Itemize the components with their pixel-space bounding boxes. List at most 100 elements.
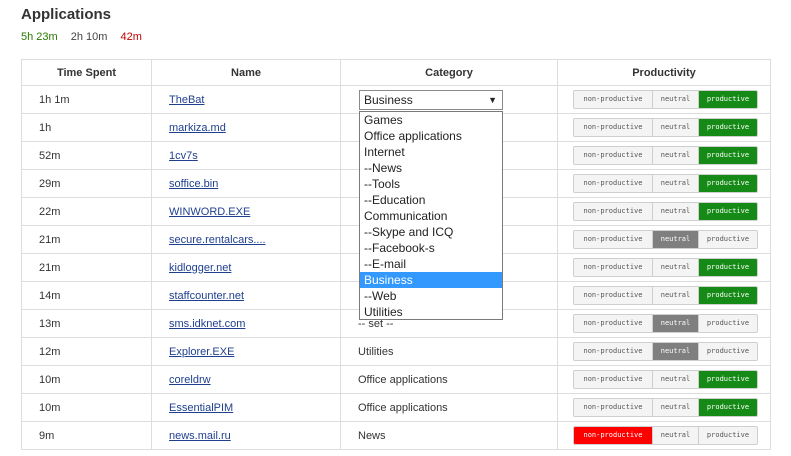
time-spent-cell: 12m bbox=[21, 337, 152, 366]
non-productive-button[interactable]: non-productive bbox=[574, 287, 653, 304]
table-row: 10m coreldrw Office applications non-produc… bbox=[21, 365, 771, 394]
neutral-button[interactable]: neutral bbox=[653, 371, 699, 388]
non-productive-button[interactable]: non-productive bbox=[574, 119, 653, 136]
non-productive-button[interactable]: non-productive bbox=[574, 315, 653, 332]
app-name-cell: TheBat bbox=[151, 85, 341, 114]
productive-button[interactable]: productive bbox=[699, 343, 757, 360]
productivity-toggle: non-productive neutral productive bbox=[573, 286, 758, 305]
productive-button[interactable]: productive bbox=[699, 287, 757, 304]
productive-button[interactable]: productive bbox=[699, 427, 757, 444]
productivity-toggle: non-productive neutral productive bbox=[573, 370, 758, 389]
neutral-button[interactable]: neutral bbox=[653, 91, 699, 108]
productive-button[interactable]: productive bbox=[699, 119, 757, 136]
category-cell[interactable]: Office applications bbox=[340, 393, 558, 422]
app-name-link[interactable]: soffice.bin bbox=[169, 178, 218, 190]
productivity-toggle: non-productive neutral productive bbox=[573, 314, 758, 333]
neutral-button[interactable]: neutral bbox=[653, 231, 699, 248]
neutral-button[interactable]: neutral bbox=[653, 119, 699, 136]
productive-button[interactable]: productive bbox=[699, 231, 757, 248]
non-productive-button[interactable]: non-productive bbox=[574, 371, 653, 388]
chevron-down-icon: ▼ bbox=[488, 95, 497, 105]
app-name-link[interactable]: secure.rentalcars.... bbox=[169, 234, 266, 246]
app-name-link[interactable]: Explorer.EXE bbox=[169, 346, 234, 358]
neutral-button[interactable]: neutral bbox=[653, 287, 699, 304]
non-productive-button[interactable]: non-productive bbox=[574, 399, 653, 416]
category-option[interactable]: Communication bbox=[360, 208, 502, 224]
neutral-button[interactable]: neutral bbox=[653, 259, 699, 276]
category-option[interactable]: --E-mail bbox=[360, 256, 502, 272]
productivity-toggle: non-productive neutral productive bbox=[573, 398, 758, 417]
productivity-cell: non-productive neutral productive bbox=[557, 393, 771, 422]
category-option[interactable]: --Facebook-s bbox=[360, 240, 502, 256]
app-name-cell: 1cv7s bbox=[151, 141, 341, 170]
category-option[interactable]: Office applications bbox=[360, 128, 502, 144]
app-name-cell: coreldrw bbox=[151, 365, 341, 394]
table-header-row: Time Spent Name Category Productivity bbox=[21, 59, 771, 86]
table-row: 10m EssentialPIM Office applications non-pr… bbox=[21, 393, 771, 422]
app-name-cell: sms.idknet.com bbox=[151, 309, 341, 338]
app-name-link[interactable]: 1cv7s bbox=[169, 150, 198, 162]
neutral-button[interactable]: neutral bbox=[653, 427, 699, 444]
non-productive-button[interactable]: non-productive bbox=[574, 91, 653, 108]
productive-button[interactable]: productive bbox=[699, 203, 757, 220]
app-name-link[interactable]: sms.idknet.com bbox=[169, 318, 245, 330]
category-select[interactable]: Business ▼ bbox=[359, 90, 503, 110]
category-option[interactable]: Games bbox=[360, 112, 502, 128]
neutral-button[interactable]: neutral bbox=[653, 315, 699, 332]
productivity-cell: non-productive neutral productive bbox=[557, 141, 771, 170]
productivity-cell: non-productive neutral productive bbox=[557, 421, 771, 450]
non-productive-button[interactable]: non-productive bbox=[574, 343, 653, 360]
category-cell[interactable]: Office applications bbox=[340, 365, 558, 394]
neutral-button[interactable]: neutral bbox=[653, 147, 699, 164]
productive-button[interactable]: productive bbox=[699, 315, 757, 332]
app-name-link[interactable]: markiza.md bbox=[169, 122, 226, 134]
non-productive-button[interactable]: non-productive bbox=[574, 427, 653, 444]
non-productive-button[interactable]: non-productive bbox=[574, 259, 653, 276]
table-row: 12m Explorer.EXE Utilities non-productive ne… bbox=[21, 337, 771, 366]
non-productive-button[interactable]: non-productive bbox=[574, 147, 653, 164]
category-option[interactable]: Business bbox=[360, 272, 502, 288]
category-option[interactable]: --Education bbox=[360, 192, 502, 208]
productivity-toggle: non-productive neutral productive bbox=[573, 342, 758, 361]
category-option[interactable]: --Skype and ICQ bbox=[360, 224, 502, 240]
app-name-link[interactable]: WINWORD.EXE bbox=[169, 206, 250, 218]
non-productive-button[interactable]: non-productive bbox=[574, 175, 653, 192]
productive-button[interactable]: productive bbox=[699, 259, 757, 276]
neutral-button[interactable]: neutral bbox=[653, 203, 699, 220]
app-name-link[interactable]: staffcounter.net bbox=[169, 290, 244, 302]
app-name-link[interactable]: TheBat bbox=[169, 94, 204, 106]
neutral-button[interactable]: neutral bbox=[653, 175, 699, 192]
time-spent-cell: 10m bbox=[21, 393, 152, 422]
neutral-button[interactable]: neutral bbox=[653, 399, 699, 416]
category-option[interactable]: --Tools bbox=[360, 176, 502, 192]
app-name-link[interactable]: coreldrw bbox=[169, 374, 211, 386]
category-cell[interactable]: News bbox=[340, 421, 558, 450]
non-productive-button[interactable]: non-productive bbox=[574, 203, 653, 220]
neutral-button[interactable]: neutral bbox=[653, 343, 699, 360]
time-spent-cell: 13m bbox=[21, 309, 152, 338]
category-option[interactable]: Internet bbox=[360, 144, 502, 160]
app-name-cell: markiza.md bbox=[151, 113, 341, 142]
productive-button[interactable]: productive bbox=[699, 91, 757, 108]
category-cell[interactable]: Utilities bbox=[340, 337, 558, 366]
productive-button[interactable]: productive bbox=[699, 175, 757, 192]
productivity-cell: non-productive neutral productive bbox=[557, 365, 771, 394]
non-productive-button[interactable]: non-productive bbox=[574, 231, 653, 248]
category-option[interactable]: --Web bbox=[360, 288, 502, 304]
productivity-cell: non-productive neutral productive bbox=[557, 113, 771, 142]
productive-button[interactable]: productive bbox=[699, 371, 757, 388]
app-name-link[interactable]: kidlogger.net bbox=[169, 262, 231, 274]
time-spent-cell: 10m bbox=[21, 365, 152, 394]
table-row: 9m news.mail.ru News non-productive neutral p… bbox=[21, 421, 771, 450]
productive-button[interactable]: productive bbox=[699, 147, 757, 164]
column-header-category: Category bbox=[340, 59, 558, 86]
app-name-link[interactable]: news.mail.ru bbox=[169, 430, 231, 442]
app-name-cell: EssentialPIM bbox=[151, 393, 341, 422]
app-name-cell: staffcounter.net bbox=[151, 281, 341, 310]
time-spent-cell: 22m bbox=[21, 197, 152, 226]
category-option[interactable]: --News bbox=[360, 160, 502, 176]
productive-button[interactable]: productive bbox=[699, 399, 757, 416]
category-dropdown-list: Games Office applications Internet --News --… bbox=[359, 111, 503, 320]
app-name-link[interactable]: EssentialPIM bbox=[169, 402, 233, 414]
category-option[interactable]: Utilities bbox=[360, 304, 502, 320]
